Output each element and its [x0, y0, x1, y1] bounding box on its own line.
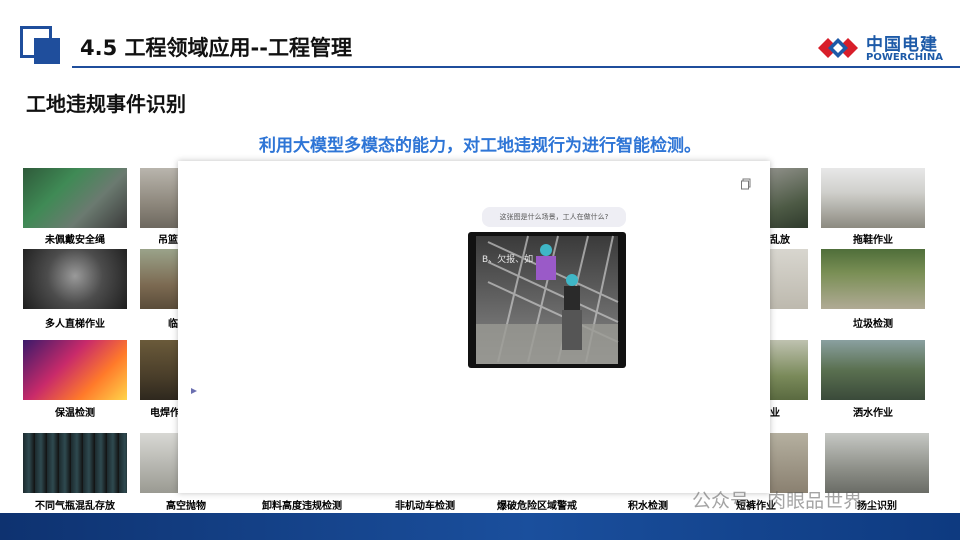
tile-image-hanging-basket	[140, 168, 178, 228]
tile-image-high-throw	[140, 433, 178, 493]
tile-caption: 非机动车检测	[395, 501, 455, 512]
tile-image-slippers	[821, 168, 925, 228]
tile-caption: 吊篮	[158, 235, 178, 246]
tile-image-garbage	[821, 249, 925, 309]
tile-caption: 高空抛物	[166, 501, 206, 512]
section-title: 工地违规事件识别	[26, 92, 186, 116]
tile-caption: 临	[168, 319, 178, 330]
tile-caption: 不同气瓶混乱存放	[35, 501, 115, 512]
tile-image-dust	[825, 433, 929, 493]
tile-image-clutter	[770, 168, 808, 228]
subtitle: 利用大模型多模态的能力，对工地违规行为进行智能检测。	[259, 136, 701, 156]
tile-caption: 业	[770, 408, 780, 419]
tile-caption: 电焊作	[150, 408, 180, 419]
tile-image-ground	[770, 249, 808, 309]
tile-image-water-spray	[821, 340, 925, 400]
slide-title: 4.5 工程领域应用--工程管理	[80, 36, 352, 60]
tile-caption: 保温检测	[55, 408, 95, 419]
tile-image-gas-cylinders	[23, 433, 127, 493]
tile-image-road-work	[770, 340, 808, 400]
rebar-worker-image: B、欠报、如	[476, 235, 619, 364]
tile-image-ladder	[23, 249, 127, 309]
powerchina-logo-icon	[818, 38, 858, 58]
tile-caption: 洒水作业	[853, 408, 893, 419]
brand-name-en: POWERCHINA	[866, 52, 943, 63]
tile-image-edge	[140, 249, 178, 309]
footer-bar	[0, 513, 960, 540]
tile-caption: 积水检测	[628, 501, 668, 512]
header-divider	[72, 66, 960, 68]
tile-image-safety-rope	[23, 168, 127, 228]
slide-logo-mark	[14, 20, 64, 66]
tile-caption: 卸料高度违规检测	[262, 501, 342, 512]
copy-icon[interactable]	[740, 178, 752, 190]
tile-caption: 乱放	[770, 235, 790, 246]
photo-overlay-text: B、欠报、如	[482, 253, 533, 265]
uploaded-photo: B、欠报、如	[468, 232, 626, 368]
tile-caption: 垃圾检测	[853, 319, 893, 330]
tile-image-welding	[140, 340, 178, 400]
tile-caption: 拖鞋作业	[853, 235, 893, 246]
chat-prompt-bubble: 这张图是什么场景，工人在做什么?	[482, 207, 626, 227]
tile-image-shorts	[770, 433, 808, 493]
tile-caption: 爆破危险区域警戒	[497, 501, 577, 512]
tile-caption: 多人直梯作业	[45, 319, 105, 330]
watermark-text: 公众号 · 肉眼品世界	[692, 490, 863, 512]
tile-caption: 未佩戴安全绳	[45, 235, 105, 246]
tile-image-thermal	[23, 340, 127, 400]
play-icon[interactable]	[191, 388, 197, 394]
